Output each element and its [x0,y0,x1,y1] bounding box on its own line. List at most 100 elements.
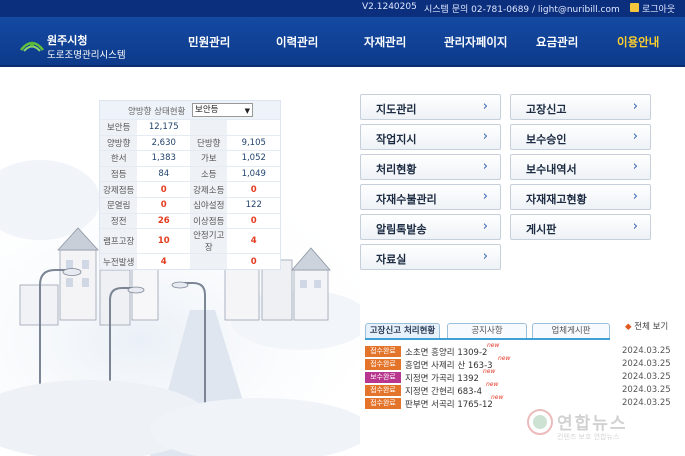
status-row: 문열림 0 심야설정 122 [100,196,280,214]
menu-button-label: 처리현황 [376,163,417,176]
status-label: 안정기고장 [190,228,228,254]
left-menu-button-5[interactable]: 알림톡발송 › [360,214,501,240]
logo-title[interactable]: 원주시청 [47,32,87,48]
status-value: 0 [137,196,191,214]
board-row-title[interactable]: 흥업면 사제리 산 163-3 [405,359,493,371]
watermark-subtext: 컨텐츠 보호 연합뉴스 [557,433,620,441]
new-badge: new [483,368,496,375]
status-badge: 보수완료 [365,372,401,383]
logo-subtitle[interactable]: 도로조명관리시스템 [47,47,126,61]
status-label: 심야설정 [190,196,228,214]
board-row[interactable]: 보수완료 지정면 가곡리 1392 new 2024.03.25 [365,368,671,385]
chevron-right-icon: › [482,129,488,144]
status-value: 26 [137,212,191,229]
board-row-title[interactable]: 소초면 흥양리 1309-2 [405,346,487,358]
new-badge: new [498,355,511,362]
board-row-date: 2024.03.25 [622,359,671,369]
board-row-date: 2024.03.25 [622,385,671,395]
nav-admin-page[interactable]: 관리자페이지 [444,34,507,50]
light-type-select[interactable]: 보안등 ▼ [192,103,253,117]
left-menu-button-3[interactable]: 처리현황 › [360,154,501,180]
right-menu-button-1[interactable]: 고장신고 › [510,94,651,120]
status-header: 양방향 상태현황 보안등 ▼ [100,101,280,119]
status-value: 4 [137,253,191,270]
tab-fault-status[interactable]: 고장신고 처리현황 [365,323,440,339]
status-badge: 접수완료 [365,385,401,396]
board-row[interactable]: 접수완료 흥업면 사제리 산 163-3 new 2024.03.25 [365,355,671,372]
left-menu-button-1[interactable]: 지도관리 › [360,94,501,120]
status-label: 강제점등 [100,181,138,198]
tab-vendor-board[interactable]: 업체게시판 [532,323,610,339]
main-navigation: 원주시청 도로조명관리시스템 민원관리 이력관리 자재관리 관리자페이지 요금관… [0,17,685,67]
tab-notices[interactable]: 공지사항 [447,323,527,339]
status-label: 정전 [100,212,138,229]
status-row: 램프고장 10 안정기고장 4 [100,228,280,254]
status-row: 정전 26 이상점등 0 [100,212,280,229]
status-label: 한서 [100,150,138,167]
chevron-right-icon: › [632,219,638,234]
right-menu-button-2[interactable]: 보수승인 › [510,124,651,150]
nav-materials[interactable]: 자재관리 [364,34,406,50]
status-value: 0 [137,181,191,198]
status-value: 122 [227,196,280,214]
status-label [190,253,228,270]
board-row-title[interactable]: 지정면 가곡리 1392 [405,372,479,384]
chevron-right-icon: › [482,99,488,114]
view-all-label: 전체 보기 [634,322,669,332]
menu-button-label: 작업지시 [376,133,417,146]
status-value: 2,630 [137,134,191,151]
status-label: 누전발생 [100,253,138,270]
left-menu-button-6[interactable]: 자료실 › [360,244,501,270]
left-menu-button-4[interactable]: 자재수불관리 › [360,184,501,210]
new-badge: new [491,394,504,401]
logout-link[interactable]: 로그아웃 [642,2,675,15]
nav-user-guide[interactable]: 이용안내 [617,34,659,50]
menu-button-label: 지도관리 [376,103,417,116]
status-value [227,119,280,136]
board-row[interactable]: 접수완료 지정면 간현리 683-4 new 2024.03.25 [365,381,671,398]
status-value: 1,049 [227,165,280,182]
tab-underline [365,338,610,340]
status-badge: 접수완료 [365,359,401,370]
right-menu-button-3[interactable]: 보수내역서 › [510,154,651,180]
status-value: 9,105 [227,134,280,151]
menu-button-label: 알림톡발송 [376,223,427,236]
system-contact: 시스템 문의 02-781-0689 / light@nuribill.com [424,5,620,15]
status-label: 양방향 [100,134,138,151]
right-menu-button-5[interactable]: 게시판 › [510,214,651,240]
nav-history[interactable]: 이력관리 [276,34,318,50]
chevron-right-icon: › [632,189,638,204]
status-badge: 접수완료 [365,346,401,357]
status-row: 점등 84 소등 1,049 [100,165,280,182]
board-row-date: 2024.03.25 [622,372,671,382]
status-label: 소등 [190,165,228,182]
chevron-right-icon: › [482,159,488,174]
logout-icon[interactable] [630,3,639,12]
board-row-title[interactable]: 판부면 서곡리 1765-12 [405,398,493,410]
view-all-link[interactable]: ◆ 전체 보기 [625,320,668,332]
right-menu-button-4[interactable]: 자재재고현황 › [510,184,651,210]
left-menu-button-2[interactable]: 작업지시 › [360,124,501,150]
status-value: 0 [227,212,280,229]
status-value: 0 [227,253,280,270]
status-row: 한서 1,383 가보 1,052 [100,150,280,167]
chevron-right-icon: › [632,99,638,114]
status-title: 양방향 상태현황 [128,107,186,117]
status-value: 12,175 [137,119,191,136]
menu-button-label: 게시판 [526,223,557,236]
nav-billing[interactable]: 요금관리 [536,34,578,50]
light-type-select-value: 보안등 [195,105,219,115]
status-table: 보안등 12,175 양방향 2,630 단방향 9,105 한서 1,383 가보 1,052 점… [100,119,280,270]
board-row-title[interactable]: 지정면 간현리 683-4 [405,385,482,397]
nav-civil-complaints[interactable]: 민원관리 [188,34,230,50]
status-label: 램프고장 [100,228,138,254]
status-label: 이상점등 [190,212,228,229]
board-row[interactable]: 접수완료 소초면 흥양리 1309-2 new 2024.03.25 [365,342,671,359]
watermark: 연합뉴스 컨텐츠 보호 연합뉴스 [525,404,675,450]
view-all-icon: ◆ [625,322,632,332]
chevron-down-icon: ▼ [244,107,250,115]
status-value: 4 [227,228,280,254]
chevron-right-icon: › [632,129,638,144]
chevron-right-icon: › [482,249,488,264]
status-value: 1,383 [137,150,191,167]
